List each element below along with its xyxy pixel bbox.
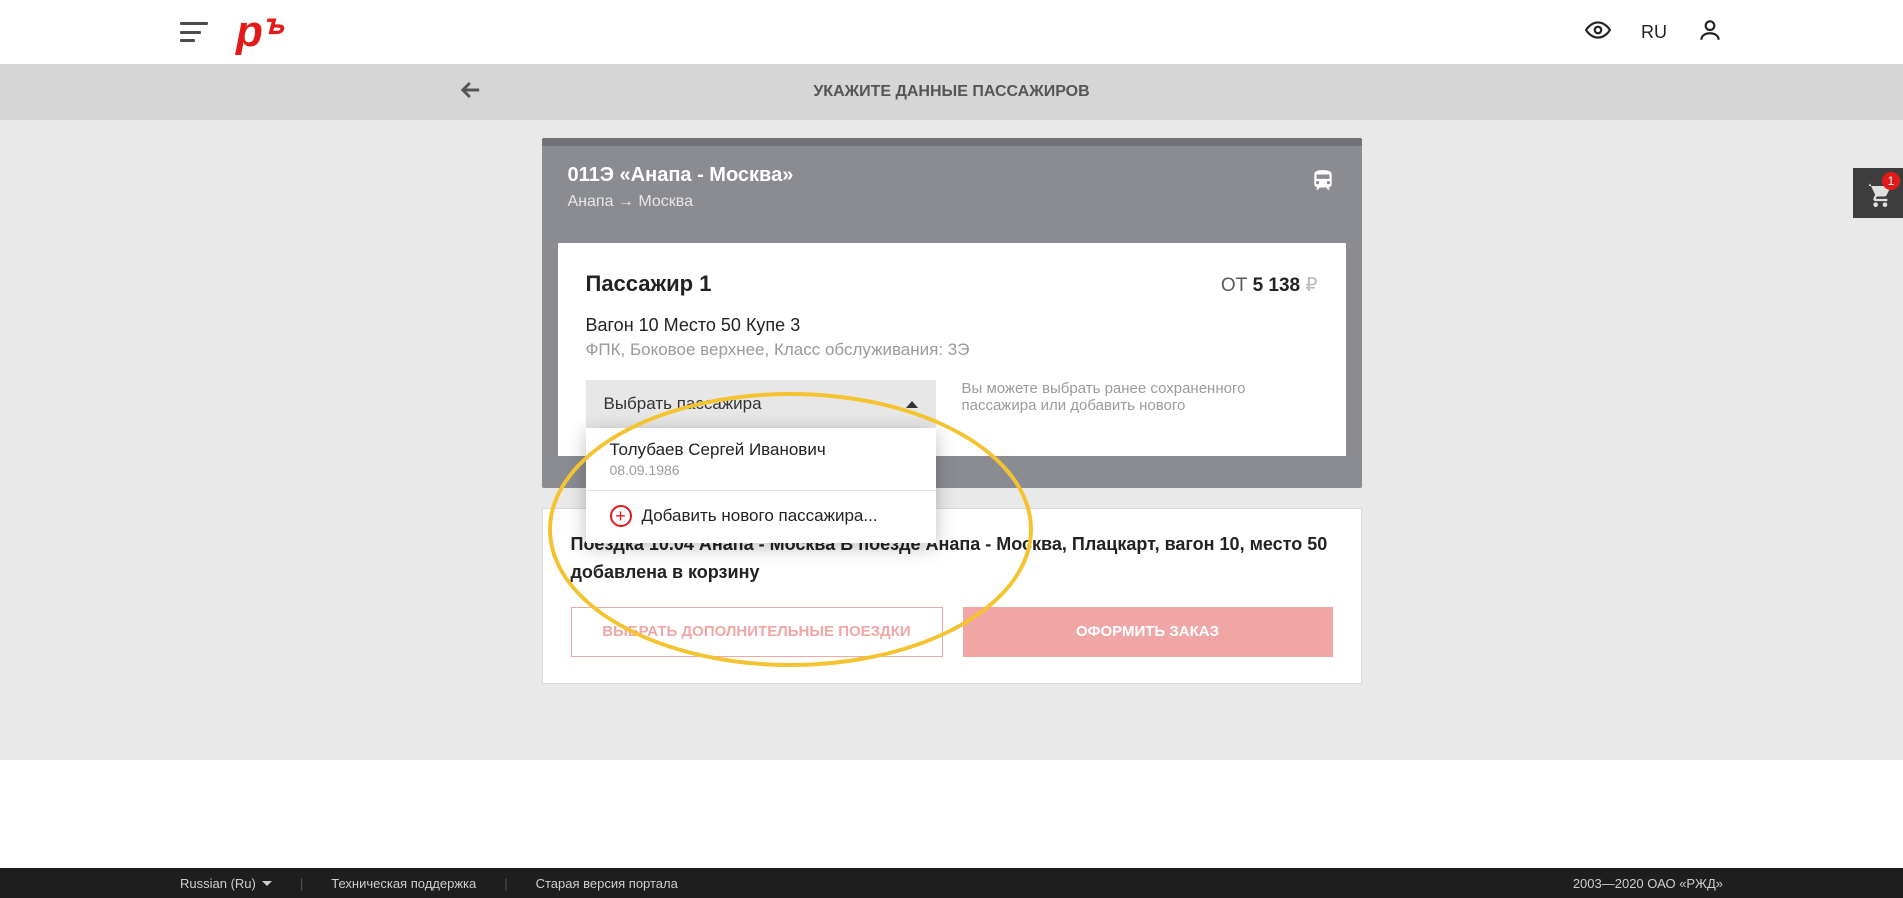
panel-wrap: 011Э «Анапа - Москва» Анапа → Москва Пас… — [542, 138, 1362, 720]
footer-copyright: 2003—2020 ОАО «РЖД» — [1573, 876, 1723, 891]
caret-down-icon — [262, 881, 272, 886]
passenger-select-hint: Вы можете выбрать ранее сохраненного пас… — [962, 380, 1292, 414]
checkout-button[interactable]: ОФОРМИТЬ ЗАКАЗ — [963, 607, 1333, 657]
language-selector[interactable]: RU — [1641, 22, 1667, 43]
train-card: 011Э «Анапа - Москва» Анапа → Москва Пас… — [542, 138, 1362, 488]
cart-badge: 1 — [1882, 172, 1900, 190]
passenger-select-label: Выбрать пассажира — [604, 394, 762, 414]
footer-language-selector[interactable]: Russian (Ru) — [180, 876, 272, 891]
passenger-option-add[interactable]: + Добавить нового пассажира... — [586, 491, 936, 543]
passenger-card: Пассажир 1 ОТ 5 138 ₽ Вагон 10 Место 50 … — [558, 243, 1346, 456]
passenger-heading: Пассажир 1 — [586, 271, 712, 297]
footer-support-link[interactable]: Техническая поддержка — [331, 876, 476, 891]
topbar-right: RU — [1585, 17, 1723, 48]
cart-notice-line2: добавлена в корзину — [571, 562, 760, 582]
user-icon[interactable] — [1697, 17, 1723, 48]
footer: Russian (Ru) | Техническая поддержка | С… — [0, 868, 1903, 898]
footer-old-portal-link[interactable]: Старая версия портала — [536, 876, 678, 891]
menu-icon[interactable] — [180, 22, 208, 42]
passenger-dropdown: Толубаев Сергей Иванович 08.09.1986 + До… — [586, 428, 936, 543]
passenger-price: ОТ 5 138 ₽ — [1221, 274, 1318, 297]
content-area: 011Э «Анапа - Москва» Анапа → Москва Пас… — [0, 120, 1903, 760]
seat-info: Вагон 10 Место 50 Купе 3 — [586, 315, 1318, 336]
train-title: 011Э «Анапа - Москва» — [568, 164, 794, 187]
topbar-left: pꚜ — [180, 10, 279, 54]
logo[interactable]: pꚜ — [236, 10, 279, 54]
select-additional-trips-button[interactable]: ВЫБРАТЬ ДОПОЛНИТЕЛЬНЫЕ ПОЕЗДКИ — [571, 607, 943, 657]
train-icon — [1310, 168, 1336, 199]
caret-up-icon — [906, 401, 918, 408]
subheader: УКАЖИТЕ ДАННЫЕ ПАССАЖИРОВ — [0, 64, 1903, 120]
floating-cart-button[interactable]: 1 — [1853, 168, 1903, 218]
class-info: ФПК, Боковое верхнее, Класс обслуживания… — [586, 340, 1318, 360]
passenger-option-saved[interactable]: Толубаев Сергей Иванович 08.09.1986 — [586, 428, 936, 490]
back-arrow-icon[interactable] — [457, 76, 485, 109]
subheader-title: УКАЖИТЕ ДАННЫЕ ПАССАЖИРОВ — [813, 83, 1089, 101]
plus-icon: + — [610, 505, 632, 527]
visibility-icon[interactable] — [1585, 17, 1611, 48]
passenger-select[interactable]: Выбрать пассажира Толубаев Сергей Иванов… — [586, 380, 936, 428]
train-route: Анапа → Москва — [568, 193, 794, 211]
top-bar: pꚜ RU — [0, 0, 1903, 64]
